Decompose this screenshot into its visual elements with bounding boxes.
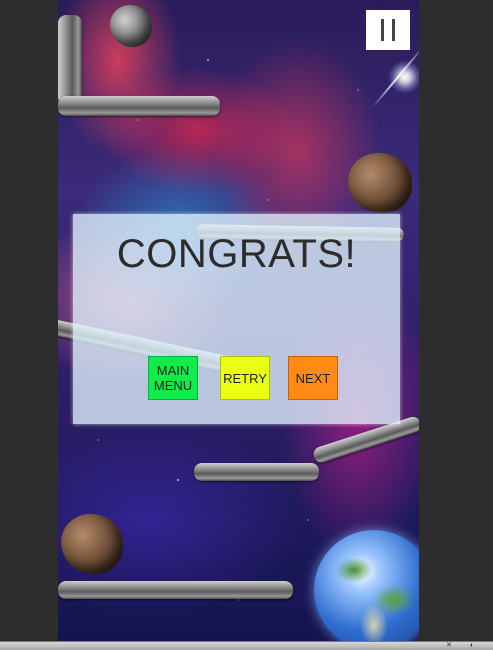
retry-button[interactable]: RETRY	[220, 356, 270, 400]
pause-icon	[392, 19, 395, 41]
settings-icon[interactable]: ◐	[470, 642, 480, 649]
congrats-dialog: CONGRATS! MAIN MENU RETRY NEXT	[73, 214, 400, 424]
asteroid-icon	[348, 153, 412, 213]
close-icon[interactable]: ✕	[446, 642, 456, 649]
congrats-title: CONGRATS!	[116, 232, 357, 276]
asteroid-icon	[61, 514, 123, 574]
asteroid-icon	[110, 5, 152, 47]
pause-icon	[381, 19, 384, 41]
pause-button[interactable]	[366, 10, 410, 50]
pipe-bottom-horizontal	[58, 581, 293, 599]
next-button[interactable]: NEXT	[288, 356, 338, 400]
pipe-lower-horizontal	[194, 463, 319, 481]
pipe-vertical-top-left	[58, 15, 82, 105]
sparkle-icon	[388, 60, 419, 94]
main-menu-button[interactable]: MAIN MENU	[148, 356, 198, 400]
pipe-top-horizontal	[58, 96, 220, 116]
